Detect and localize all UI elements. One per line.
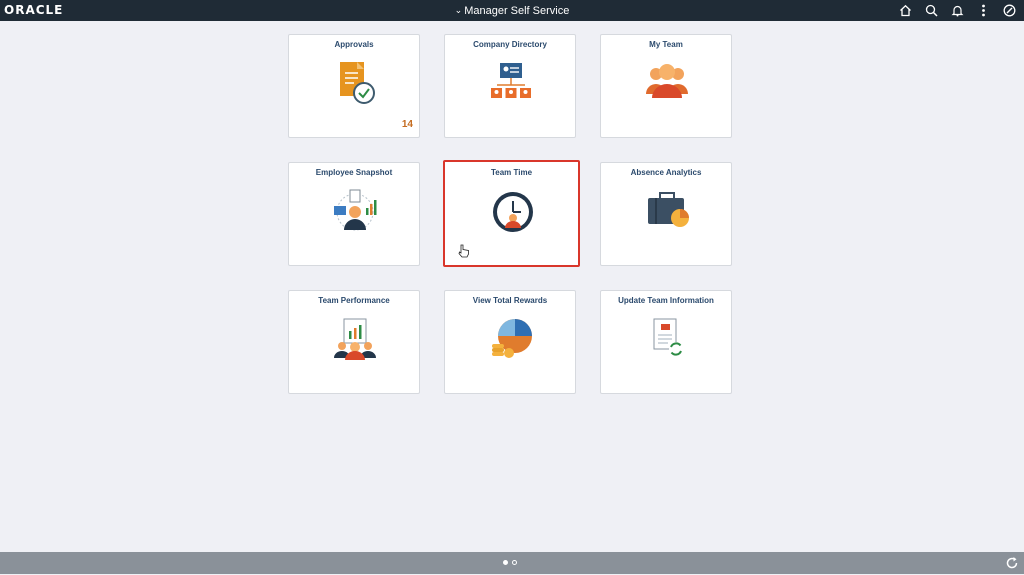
actions-menu-icon[interactable] <box>975 2 992 19</box>
tile-update-team-information[interactable]: Update Team Information <box>600 290 732 394</box>
tile-title: Employee Snapshot <box>315 168 393 177</box>
homepage-title: Manager Self Service <box>464 4 570 17</box>
company-directory-icon <box>486 60 536 104</box>
update-team-info-icon <box>642 316 692 360</box>
tile-team-time[interactable]: Team Time <box>443 160 580 267</box>
tile-title: My Team <box>649 40 683 49</box>
tile-title: Team Time <box>490 168 533 177</box>
my-team-icon <box>642 60 692 104</box>
tile-title: Company Directory <box>473 40 547 49</box>
tile-title: View Total Rewards <box>472 296 548 305</box>
approvals-icon <box>330 60 380 104</box>
page-dot-1[interactable] <box>503 560 508 565</box>
tile-view-total-rewards[interactable]: View Total Rewards <box>444 290 576 394</box>
chevron-down-icon: ⌄ <box>454 5 463 15</box>
tile-company-directory[interactable]: Company Directory <box>444 34 576 138</box>
topbar-actions <box>897 2 1018 19</box>
tile-title: Approvals <box>334 40 374 49</box>
tile-title: Team Performance <box>318 296 390 305</box>
total-rewards-icon <box>486 316 536 360</box>
refresh-icon[interactable] <box>1005 556 1019 570</box>
page-dot-2[interactable] <box>512 560 517 565</box>
tile-title: Update Team Information <box>618 296 714 305</box>
tile-title: Absence Analytics <box>630 168 702 177</box>
team-performance-icon <box>330 316 380 360</box>
home-icon[interactable] <box>897 2 914 19</box>
tile-absence-analytics[interactable]: Absence Analytics <box>600 162 732 266</box>
navbar-icon[interactable] <box>1001 2 1018 19</box>
notifications-icon[interactable] <box>949 2 966 19</box>
top-banner: ORACLE ⌄ Manager Self Service <box>0 0 1024 21</box>
team-time-icon <box>488 188 538 232</box>
approvals-count: 14 <box>401 119 413 130</box>
tile-employee-snapshot[interactable]: Employee Snapshot <box>288 162 420 266</box>
tile-my-team[interactable]: My Team <box>600 34 732 138</box>
homepage-selector[interactable]: ⌄ Manager Self Service <box>0 0 1024 21</box>
bottom-bar <box>0 552 1024 574</box>
absence-analytics-icon <box>642 188 692 232</box>
employee-snapshot-icon <box>330 188 380 232</box>
page-indicator <box>503 560 517 565</box>
mouse-cursor <box>458 244 470 258</box>
search-icon[interactable] <box>923 2 940 19</box>
tile-approvals[interactable]: Approvals 14 <box>288 34 420 138</box>
tile-team-performance[interactable]: Team Performance <box>288 290 420 394</box>
